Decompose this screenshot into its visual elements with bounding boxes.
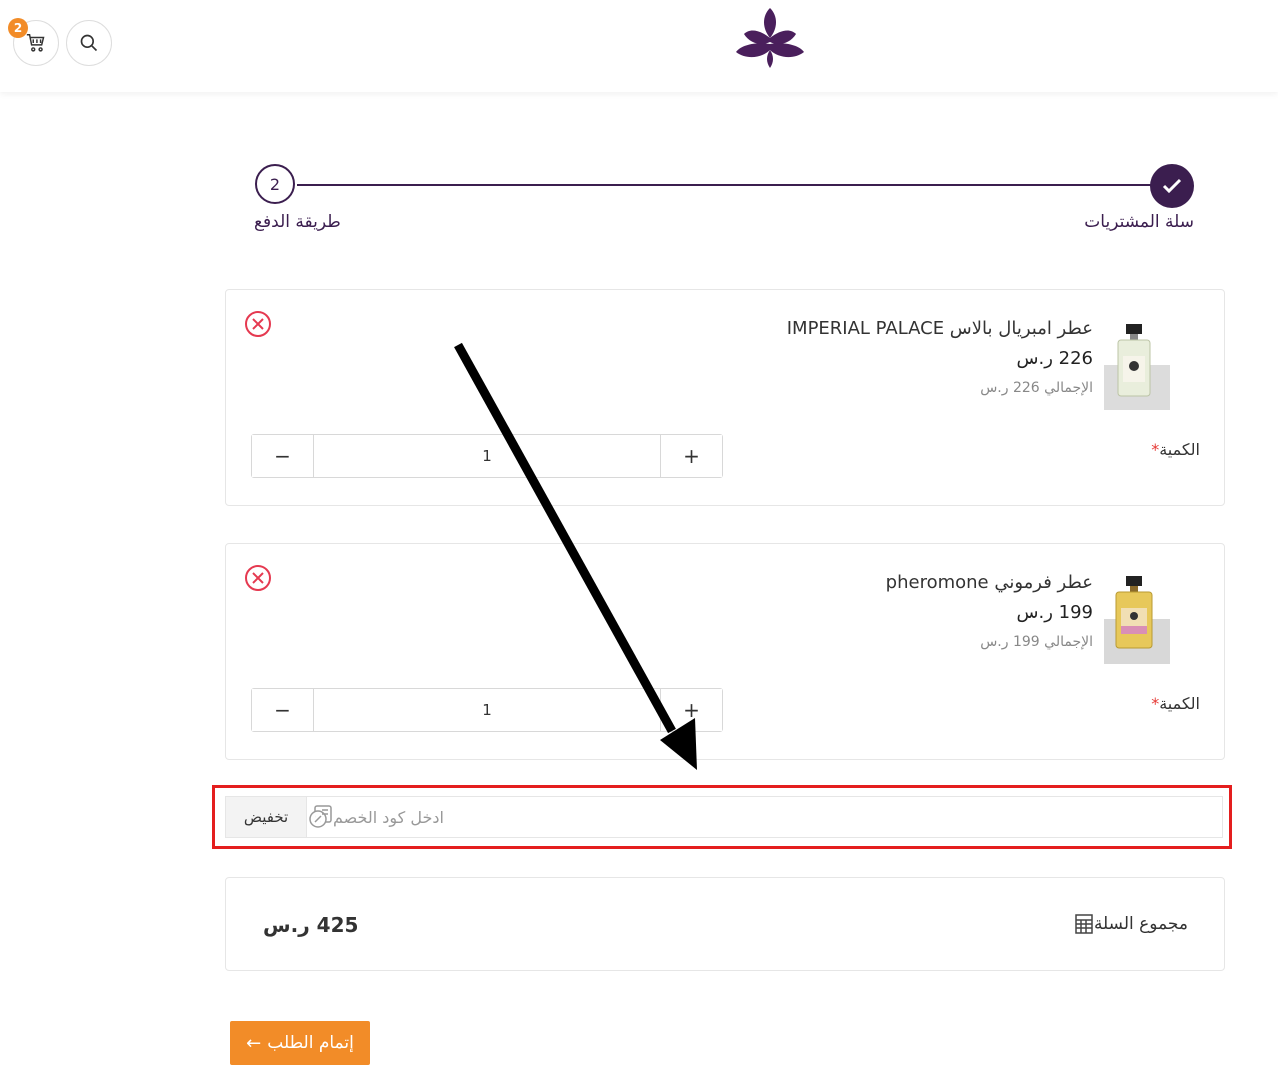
- cart-item: عطر امبريال بالاس IMPERIAL PALACE 226 ر.…: [225, 289, 1225, 506]
- cart-total-value: 425 ر.س: [263, 913, 359, 937]
- product-image: [1104, 574, 1170, 664]
- quantity-label-text: الكمية: [1159, 440, 1200, 459]
- step-payment: 2: [255, 164, 295, 204]
- search-button[interactable]: [66, 20, 112, 66]
- quantity-label-text: الكمية: [1159, 694, 1200, 713]
- required-asterisk: *: [1151, 694, 1160, 713]
- checkout-label: إتمام الطلب: [267, 1033, 354, 1053]
- quantity-increase-button[interactable]: +: [660, 435, 722, 477]
- product-total: الإجمالي 226 ر.س: [980, 380, 1093, 396]
- quantity-input[interactable]: 1: [314, 435, 660, 477]
- required-asterisk: *: [1151, 440, 1160, 459]
- product-name[interactable]: عطر امبريال بالاس IMPERIAL PALACE: [787, 318, 1093, 339]
- quantity-label: الكمية*: [1151, 694, 1200, 713]
- product-name[interactable]: عطر فرموني pheromone: [886, 572, 1093, 593]
- product-price: 226 ر.س: [1016, 348, 1093, 369]
- step-cart-completed: [1150, 164, 1194, 208]
- lotus-logo[interactable]: [732, 4, 808, 70]
- cart-total-label-text: مجموع السلة: [1093, 914, 1188, 934]
- quantity-stepper: − 1 +: [251, 688, 723, 732]
- cart-item: عطر فرموني pheromone 199 ر.س الإجمالي 19…: [225, 543, 1225, 760]
- remove-item-icon[interactable]: [244, 310, 272, 338]
- search-icon: [80, 34, 98, 52]
- remove-item-icon[interactable]: [244, 564, 272, 592]
- quantity-stepper: − 1 +: [251, 434, 723, 478]
- cart-total-label: مجموع السلة: [1064, 914, 1188, 934]
- calculator-icon: [1075, 914, 1093, 934]
- stepper-line: [297, 184, 1152, 186]
- product-image: [1104, 320, 1170, 410]
- step-payment-label: طريقة الدفع: [254, 212, 341, 232]
- quantity-decrease-button[interactable]: −: [252, 689, 314, 731]
- cart-total-card: مجموع السلة 425 ر.س: [225, 877, 1225, 971]
- quantity-label: الكمية*: [1151, 440, 1200, 459]
- quantity-decrease-button[interactable]: −: [252, 435, 314, 477]
- checkout-button[interactable]: إتمام الطلب ←: [230, 1021, 370, 1065]
- step-cart-label: سلة المشتريات: [1084, 212, 1194, 232]
- product-price: 199 ر.س: [1016, 602, 1093, 623]
- header: 2: [0, 0, 1278, 92]
- product-total: الإجمالي 199 ر.س: [980, 634, 1093, 650]
- quantity-increase-button[interactable]: +: [660, 689, 722, 731]
- cart-count-badge: 2: [8, 18, 28, 38]
- cart-icon: [26, 34, 45, 52]
- quantity-input[interactable]: 1: [314, 689, 660, 731]
- check-icon: [1162, 178, 1182, 194]
- arrow-left-icon: ←: [246, 1032, 262, 1054]
- coupon-highlight-box: [212, 785, 1232, 849]
